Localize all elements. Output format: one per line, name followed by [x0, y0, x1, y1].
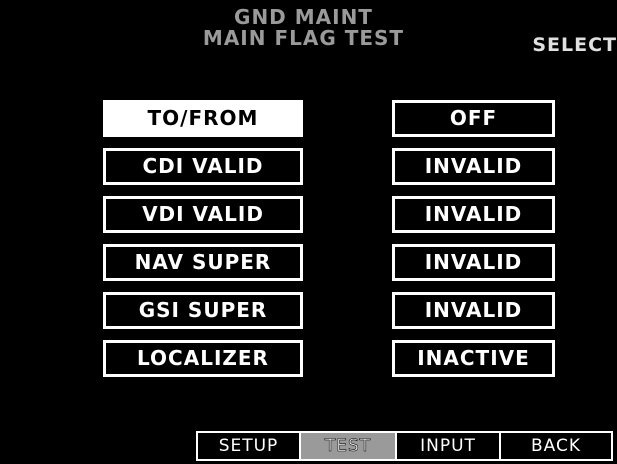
softkey-input[interactable]: INPUT: [395, 431, 501, 461]
softkey-test[interactable]: TEST: [299, 431, 397, 461]
softkey-back[interactable]: BACK: [499, 431, 613, 461]
softkey-bar: SETUP TEST INPUT BACK: [196, 431, 617, 461]
flag-state-to-from[interactable]: OFF: [392, 100, 555, 137]
flag-state-localizer[interactable]: INACTIVE: [392, 340, 555, 377]
flag-button-gsi-super[interactable]: GSI SUPER: [103, 292, 303, 329]
flag-state-gsi-super[interactable]: INVALID: [392, 292, 555, 329]
flag-button-nav-super[interactable]: NAV SUPER: [103, 244, 303, 281]
page-subtitle: MAIN FLAG TEST: [202, 26, 405, 50]
flag-state-nav-super[interactable]: INVALID: [392, 244, 555, 281]
flag-button-to-from[interactable]: TO/FROM: [103, 100, 303, 137]
flag-button-localizer[interactable]: LOCALIZER: [103, 340, 303, 377]
ground-maintenance-screen: GND MAINT MAIN FLAG TEST SELECT TO/FROM …: [0, 0, 617, 464]
softkey-setup[interactable]: SETUP: [196, 431, 301, 461]
flag-state-cdi-valid[interactable]: INVALID: [392, 148, 555, 185]
flag-button-vdi-valid[interactable]: VDI VALID: [103, 196, 303, 233]
page-title: GND MAINT: [234, 5, 373, 29]
select-indicator: SELECT: [532, 34, 617, 56]
flag-button-cdi-valid[interactable]: CDI VALID: [103, 148, 303, 185]
flag-state-vdi-valid[interactable]: INVALID: [392, 196, 555, 233]
